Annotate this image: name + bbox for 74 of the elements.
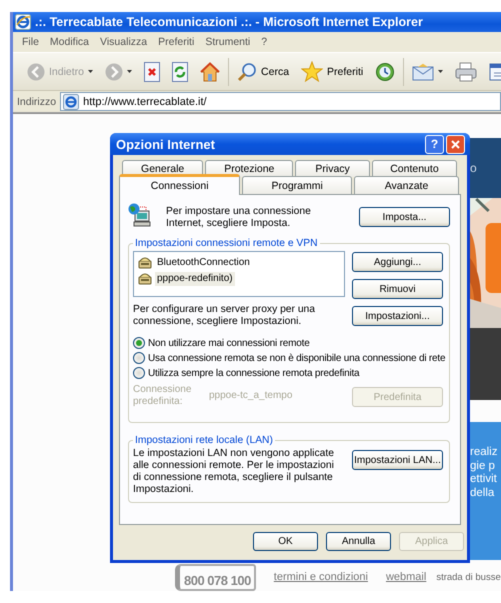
radio-label: Non utilizzare mai connessioni remote xyxy=(148,338,310,348)
toolbar-button[interactable]: Preferiti xyxy=(299,59,366,84)
setup-description: Per impostare una connessione Internet, scegliere Imposta. xyxy=(166,206,312,230)
dialog-button[interactable]: OK xyxy=(253,532,318,551)
toolbar-button[interactable]: Cerca xyxy=(235,60,292,84)
promo-text: ettivit xyxy=(470,473,498,486)
address-field[interactable]: http://www.terrecablate.it/ xyxy=(60,92,501,111)
tab[interactable]: Connessioni xyxy=(119,174,240,195)
footer-link[interactable]: webmail xyxy=(386,571,426,583)
menu-item[interactable]: Visualizza xyxy=(96,36,154,48)
menu-item[interactable]: ? xyxy=(257,36,274,48)
dialog-title: Opzioni Internet xyxy=(116,136,216,152)
window-title: .:. Terrecablate Telecomunicazioni .:. - Microsoft Internet Explorer xyxy=(35,15,423,29)
dark-band xyxy=(467,328,501,400)
radio-button[interactable] xyxy=(133,367,145,379)
search-icon xyxy=(237,62,258,82)
promo-text: realiz xyxy=(470,446,498,460)
modem-icon xyxy=(138,256,152,269)
tab[interactable]: Contenuto xyxy=(372,160,457,177)
radio-label: Utilizza sempre la connessione remota predefinita xyxy=(148,368,360,378)
stop-icon xyxy=(144,62,160,82)
connection-item[interactable]: pppoe-redefinito) xyxy=(155,272,235,286)
home-icon xyxy=(200,62,220,82)
refresh-icon xyxy=(172,62,188,82)
help-button[interactable]: ? xyxy=(425,134,444,154)
printer-icon xyxy=(455,62,478,82)
toolbar-button[interactable] xyxy=(142,60,162,84)
caret-icon xyxy=(88,70,94,73)
star-icon xyxy=(301,61,324,82)
toolbar-button[interactable] xyxy=(170,60,190,84)
history-icon xyxy=(375,62,396,82)
header-text: o xyxy=(470,161,477,175)
setup-button[interactable]: Imposta... xyxy=(359,207,450,227)
promo-text: della xyxy=(470,486,496,500)
default-connection-value: pppoe-tc_a_tempo xyxy=(209,390,294,401)
tab[interactable]: Avanzate xyxy=(354,176,459,195)
address-label: Indirizzo xyxy=(17,96,56,108)
proxy-description: Per configurare un server proxy per una connessione, scegliere Impostazioni. xyxy=(133,304,316,328)
group-title: Impostazioni rete locale (LAN) xyxy=(134,435,274,446)
radio-button[interactable] xyxy=(133,352,145,364)
lan-description: Le impostazioni LAN non vengono applicate alle connessioni remote. Per le impostazioni di connessione remota, scegliere il pulsante Impostazioni. xyxy=(133,448,335,496)
close-button[interactable] xyxy=(446,134,465,154)
connection-button[interactable]: Rimuovi xyxy=(352,279,443,299)
connection-list[interactable]: BluetoothConnection pppoe-redefinito) xyxy=(133,251,345,297)
footer-address: strada di busse xyxy=(436,572,501,582)
dialog-button[interactable]: Annulla xyxy=(326,532,391,551)
proxy-settings-button[interactable]: Impostazioni... xyxy=(352,306,443,326)
browser-e-icon xyxy=(15,14,31,30)
globe-computer-icon xyxy=(128,203,152,227)
radio-option[interactable]: Utilizza sempre la connessione remota predefinita xyxy=(133,367,443,379)
menu-item[interactable]: Preferiti xyxy=(154,36,202,48)
menu-item[interactable]: File xyxy=(18,36,46,48)
group-title: Impostazioni connessioni remote e VPN xyxy=(134,238,319,249)
lan-settings-button[interactable]: Impostazioni LAN... xyxy=(352,450,443,470)
tab[interactable]: Privacy xyxy=(295,160,370,177)
envelope-icon xyxy=(412,62,434,80)
tab[interactable]: Protezione xyxy=(205,160,294,177)
caret-icon xyxy=(127,70,132,73)
tab[interactable]: Programmi xyxy=(242,176,352,195)
radio-button[interactable] xyxy=(133,337,145,349)
radio-option[interactable]: Non utilizzare mai connessioni remote xyxy=(133,337,443,349)
toolbar-button[interactable] xyxy=(198,60,222,84)
modem-icon xyxy=(138,272,152,285)
toolbar-button[interactable] xyxy=(453,60,480,84)
caret-icon xyxy=(438,70,444,73)
page-e-icon xyxy=(63,94,80,110)
menu-item[interactable]: Modifica xyxy=(46,36,96,48)
default-connection-label: Connessione predefinita: xyxy=(133,384,192,408)
promo-text: gie p xyxy=(470,460,496,473)
connection-button[interactable]: Aggiungi... xyxy=(352,252,443,272)
close-icon xyxy=(451,140,460,148)
connection-item[interactable]: BluetoothConnection xyxy=(155,256,252,270)
footer-link[interactable]: termini e condizioni xyxy=(274,571,368,583)
menu-item[interactable]: Strumenti xyxy=(201,36,258,48)
